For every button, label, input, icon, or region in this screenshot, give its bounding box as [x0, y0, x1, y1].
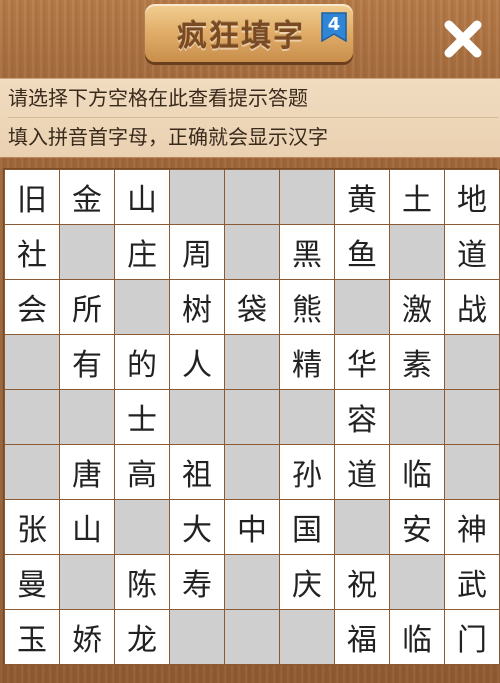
grid-cell-empty[interactable]: [390, 225, 444, 279]
grid-cell-empty[interactable]: [60, 555, 114, 609]
crossword-grid: 旧金山黄土地社庄周黑鱼道会所树袋熊激战有的人精华素士容唐高祖孙道临张山大中国安神…: [4, 169, 500, 665]
grid-cell-filled[interactable]: 临: [390, 610, 444, 664]
grid-cell-filled[interactable]: 大: [170, 500, 224, 554]
grid-cell-empty[interactable]: [115, 280, 169, 334]
grid-cell-filled[interactable]: 树: [170, 280, 224, 334]
grid-cell-filled[interactable]: 山: [60, 500, 114, 554]
grid-cell-empty[interactable]: [60, 390, 114, 444]
grid-cell-filled[interactable]: 战: [445, 280, 499, 334]
grid-cell-empty[interactable]: [335, 500, 389, 554]
grid-cell-empty[interactable]: [225, 335, 279, 389]
grid-cell-empty[interactable]: [225, 170, 279, 224]
grid-cell-filled[interactable]: 容: [335, 390, 389, 444]
top-bar: 疯狂填字 4: [0, 0, 500, 78]
grid-cell-filled[interactable]: 高: [115, 445, 169, 499]
grid-cell-empty[interactable]: [225, 555, 279, 609]
grid-cell-filled[interactable]: 唐: [60, 445, 114, 499]
grid-cell-filled[interactable]: 有: [60, 335, 114, 389]
hint-panel: 请选择下方空格在此查看提示答题 填入拼音首字母，正确就会显示汉字: [0, 78, 500, 158]
grid-cell-filled[interactable]: 陈: [115, 555, 169, 609]
grid-cell-filled[interactable]: 临: [390, 445, 444, 499]
level-number: 4: [327, 14, 341, 35]
grid-cell-empty[interactable]: [390, 390, 444, 444]
grid-cell-filled[interactable]: 素: [390, 335, 444, 389]
grid-cell-empty[interactable]: [225, 225, 279, 279]
grid-cell-filled[interactable]: 会: [5, 280, 59, 334]
grid-cell-empty[interactable]: [445, 390, 499, 444]
grid-cell-empty[interactable]: [60, 225, 114, 279]
grid-cell-empty[interactable]: [5, 390, 59, 444]
close-icon: [444, 20, 482, 58]
grid-cell-empty[interactable]: [115, 500, 169, 554]
grid-cell-filled[interactable]: 神: [445, 500, 499, 554]
grid-cell-filled[interactable]: 道: [445, 225, 499, 279]
grid-cell-empty[interactable]: [225, 445, 279, 499]
grid-cell-filled[interactable]: 周: [170, 225, 224, 279]
grid-cell-filled[interactable]: 寿: [170, 555, 224, 609]
grid-cell-filled[interactable]: 金: [60, 170, 114, 224]
grid-cell-filled[interactable]: 门: [445, 610, 499, 664]
grid-cell-filled[interactable]: 地: [445, 170, 499, 224]
grid-cell-empty[interactable]: [225, 610, 279, 664]
grid-cell-empty[interactable]: [280, 610, 334, 664]
grid-cell-filled[interactable]: 国: [280, 500, 334, 554]
grid-cell-filled[interactable]: 人: [170, 335, 224, 389]
game-title: 疯狂填字: [177, 19, 305, 54]
grid-cell-filled[interactable]: 中: [225, 500, 279, 554]
grid-cell-filled[interactable]: 的: [115, 335, 169, 389]
grid-cell-empty[interactable]: [335, 280, 389, 334]
grid-cell-filled[interactable]: 安: [390, 500, 444, 554]
grid-cell-empty[interactable]: [170, 390, 224, 444]
grid-cell-filled[interactable]: 社: [5, 225, 59, 279]
grid-cell-empty[interactable]: [5, 335, 59, 389]
close-button[interactable]: [440, 16, 486, 62]
grid-cell-filled[interactable]: 曼: [5, 555, 59, 609]
grid-cell-filled[interactable]: 龙: [115, 610, 169, 664]
grid-cell-filled[interactable]: 精: [280, 335, 334, 389]
grid-cell-empty[interactable]: [225, 390, 279, 444]
grid-cell-filled[interactable]: 祖: [170, 445, 224, 499]
grid-cell-filled[interactable]: 鱼: [335, 225, 389, 279]
grid-cell-filled[interactable]: 祝: [335, 555, 389, 609]
grid-cell-empty[interactable]: [280, 170, 334, 224]
grid-cell-filled[interactable]: 武: [445, 555, 499, 609]
grid-cell-filled[interactable]: 玉: [5, 610, 59, 664]
grid-cell-empty[interactable]: [5, 445, 59, 499]
level-badge: 4: [321, 12, 347, 42]
grid-cell-filled[interactable]: 娇: [60, 610, 114, 664]
grid-cell-filled[interactable]: 华: [335, 335, 389, 389]
grid-cell-filled[interactable]: 旧: [5, 170, 59, 224]
grid-cell-filled[interactable]: 黑: [280, 225, 334, 279]
grid-cell-filled[interactable]: 庆: [280, 555, 334, 609]
hint-line-1: 请选择下方空格在此查看提示答题: [8, 79, 498, 118]
grid-cell-filled[interactable]: 庄: [115, 225, 169, 279]
grid-cell-empty[interactable]: [170, 610, 224, 664]
grid-cell-filled[interactable]: 所: [60, 280, 114, 334]
grid-cell-filled[interactable]: 土: [390, 170, 444, 224]
grid-cell-filled[interactable]: 道: [335, 445, 389, 499]
grid-cell-filled[interactable]: 熊: [280, 280, 334, 334]
grid-cell-filled[interactable]: 山: [115, 170, 169, 224]
grid-cell-filled[interactable]: 士: [115, 390, 169, 444]
grid-cell-empty[interactable]: [445, 445, 499, 499]
title-plate: 疯狂填字 4: [145, 4, 353, 62]
hint-line-2: 填入拼音首字母，正确就会显示汉字: [8, 125, 328, 149]
grid-cell-filled[interactable]: 袋: [225, 280, 279, 334]
grid-cell-empty[interactable]: [445, 335, 499, 389]
grid-cell-filled[interactable]: 黄: [335, 170, 389, 224]
grid-cell-filled[interactable]: 孙: [280, 445, 334, 499]
grid-cell-filled[interactable]: 张: [5, 500, 59, 554]
grid-cell-filled[interactable]: 激: [390, 280, 444, 334]
grid-cell-empty[interactable]: [280, 390, 334, 444]
grid-cell-empty[interactable]: [390, 555, 444, 609]
grid-cell-empty[interactable]: [170, 170, 224, 224]
grid-cell-filled[interactable]: 福: [335, 610, 389, 664]
